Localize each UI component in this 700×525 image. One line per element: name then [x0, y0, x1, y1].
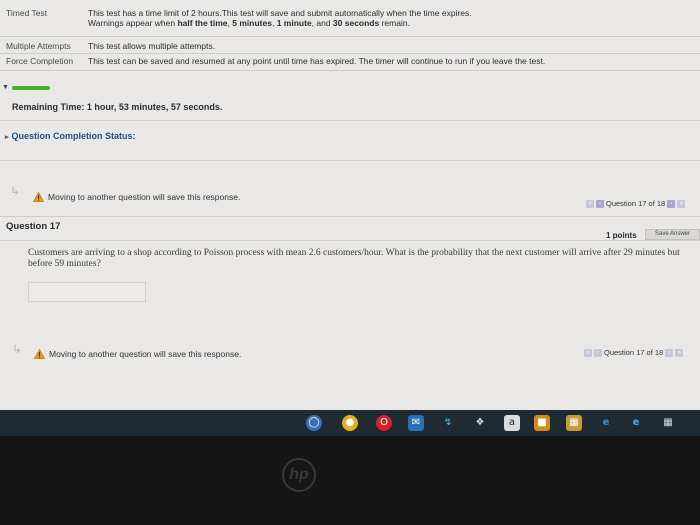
question-navigation-top: « ‹ Question 17 of 18 › »	[586, 199, 686, 208]
return-arrow-icon: ↳	[12, 342, 23, 356]
save-warning-bottom: Moving to another question will save thi…	[34, 349, 241, 359]
warning-icon	[33, 192, 44, 202]
info-label: Multiple Attempts	[6, 41, 71, 51]
divider	[0, 53, 700, 54]
warning-text: Moving to another question will save thi…	[48, 192, 241, 202]
previous-question-icon[interactable]: ‹	[596, 199, 604, 208]
cortana-icon[interactable]: ◯	[306, 415, 322, 431]
question-counter: Question 17 of 18	[604, 348, 664, 357]
save-answer-button[interactable]: Save Answer	[645, 229, 700, 240]
browser-viewport: Timed Test This test has a time limit of…	[0, 0, 700, 418]
save-warning-top: Moving to another question will save thi…	[33, 192, 240, 202]
info-value: This test can be saved and resumed at an…	[88, 56, 546, 66]
divider	[0, 216, 700, 217]
first-question-icon[interactable]: «	[584, 348, 592, 357]
next-question-icon[interactable]: ›	[667, 199, 676, 208]
remaining-time: Remaining Time: 1 hour, 53 minutes, 57 s…	[12, 102, 223, 112]
hp-logo: hp	[282, 458, 316, 492]
time-progress-bar	[12, 86, 50, 90]
info-value: This test has a time limit of 2 hours.Th…	[88, 8, 472, 28]
divider	[0, 240, 700, 241]
taskbar: ◯ ● O ✉ ↯ ❖ a ■ ▦ e e ▦	[0, 410, 700, 436]
last-question-icon[interactable]: »	[675, 348, 684, 357]
opera-icon[interactable]: O	[376, 415, 392, 431]
divider	[0, 36, 700, 37]
info-value: This test allows multiple attempts.	[88, 41, 216, 51]
expand-icon: ▸	[5, 134, 9, 141]
warning-icon	[34, 349, 45, 359]
edge-icon[interactable]: e	[598, 415, 614, 431]
warning-text: Moving to another question will save thi…	[49, 349, 242, 359]
question-counter: Question 17 of 18	[606, 199, 666, 208]
next-question-icon[interactable]: ›	[665, 348, 674, 357]
answer-input[interactable]	[28, 282, 146, 302]
mail-icon[interactable]: ✉	[408, 415, 424, 431]
amazon-icon[interactable]: a	[504, 415, 520, 431]
divider	[0, 120, 700, 121]
laptop-bezel	[0, 436, 700, 525]
question-title: Question 17	[6, 221, 61, 232]
calculator-icon[interactable]: ▦	[660, 415, 676, 431]
question-navigation-bottom: « ‹ Question 17 of 18 › »	[584, 348, 684, 357]
dropbox-icon[interactable]: ❖	[472, 415, 488, 431]
question-points: 1 points	[606, 231, 637, 240]
store-icon[interactable]: ■	[534, 415, 550, 431]
question-completion-status[interactable]: ▸ Question Completion Status:	[5, 131, 136, 141]
ie-icon[interactable]: e	[628, 415, 644, 431]
divider	[0, 160, 700, 161]
return-arrow-icon: ↳	[10, 184, 21, 198]
divider	[0, 70, 700, 71]
question-text: Customers are arriving to a shop accordi…	[28, 248, 680, 269]
info-label: Force Completion	[6, 56, 74, 66]
files-icon[interactable]: ▦	[566, 415, 582, 431]
previous-question-icon[interactable]: ‹	[594, 348, 602, 357]
first-question-icon[interactable]: «	[586, 199, 594, 208]
stocks-icon[interactable]: ↯	[440, 415, 456, 431]
info-label: Timed Test	[6, 8, 48, 18]
last-question-icon[interactable]: »	[677, 199, 686, 208]
chrome-icon[interactable]: ●	[342, 415, 358, 431]
collapse-arrow-icon[interactable]: ▼	[2, 84, 9, 91]
